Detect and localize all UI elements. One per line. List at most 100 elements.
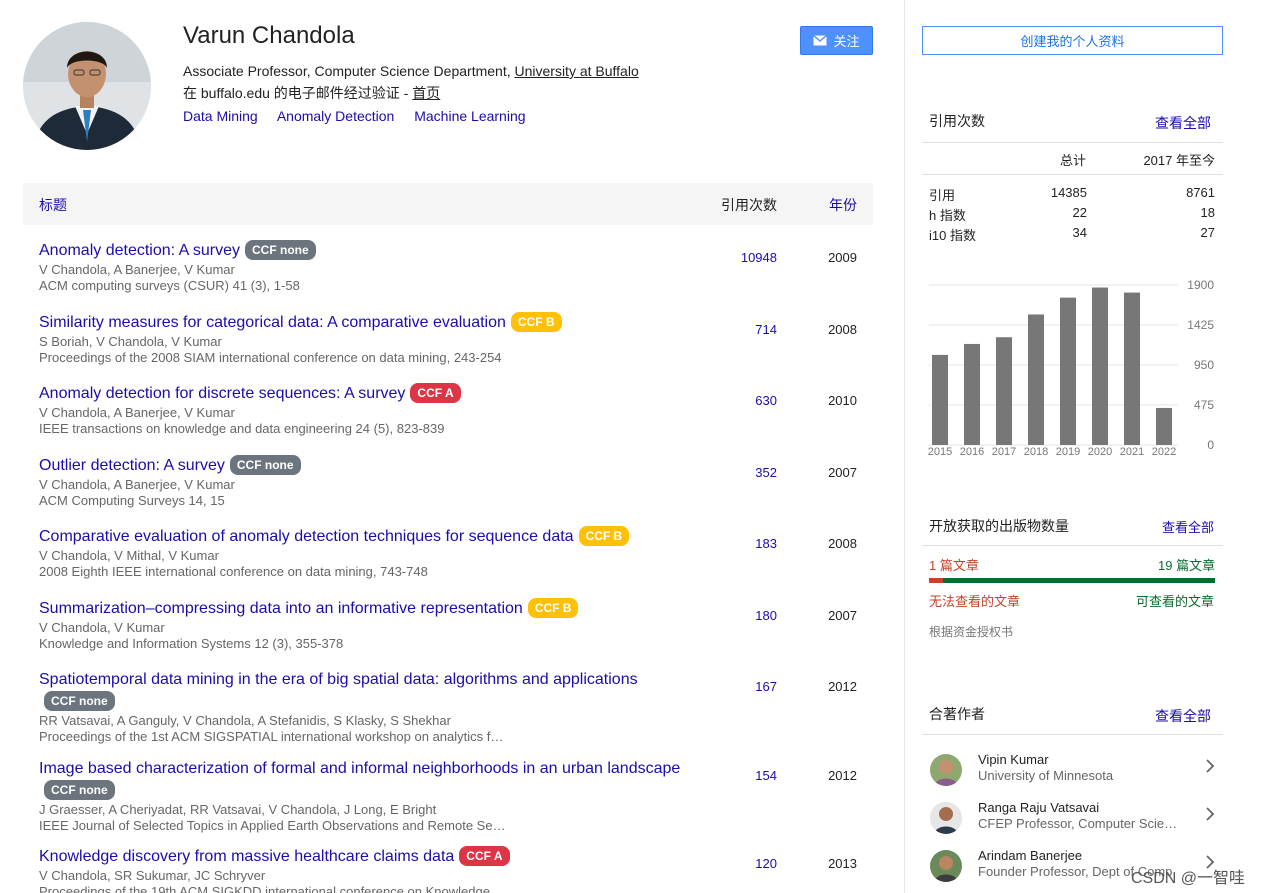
publication-venue: Knowledge and Information Systems 12 (3)…	[39, 636, 344, 651]
cited-by-count[interactable]: 352	[755, 465, 777, 480]
sort-by-cites[interactable]: 引用次数	[721, 195, 777, 215]
col-header-total: 总计	[1060, 153, 1087, 168]
cited-by-count[interactable]: 10948	[741, 250, 777, 265]
coauthor-name: Ranga Raju Vatsavai	[978, 800, 1100, 815]
cited-by-count[interactable]: 154	[755, 768, 777, 783]
cited-by-count[interactable]: 180	[755, 608, 777, 623]
coauthor-avatar	[930, 754, 962, 786]
profile-name: Varun Chandola	[183, 22, 355, 49]
affiliation-link[interactable]: University at Buffalo	[514, 63, 638, 79]
open-access-bar	[929, 578, 1215, 583]
x-tick-label: 2019	[1056, 446, 1080, 458]
open-access-bar-unavailable	[929, 578, 944, 583]
publication-authors: V Chandola, SR Sukumar, JC Schryver	[39, 868, 266, 883]
citation-metrics-rows: 引用 14385 8761 h 指数 22 18 i10 指数 34 27	[929, 185, 1215, 245]
create-profile-button[interactable]: 创建我的个人资料	[922, 26, 1223, 55]
y-tick-label: 475	[1194, 398, 1214, 412]
homepage-link[interactable]: 首页	[412, 85, 440, 101]
chart-bar	[1028, 314, 1044, 445]
sort-by-title[interactable]: 标题	[39, 195, 67, 215]
publication-title[interactable]: Summarization–compressing data into an i…	[39, 600, 523, 617]
topic-link[interactable]: Data Mining	[183, 108, 258, 124]
publication-venue: IEEE transactions on knowledge and data …	[39, 421, 445, 436]
x-tick-label: 2017	[992, 446, 1016, 458]
publication-venue: Proceedings of the 1st ACM SIGSPATIAL in…	[39, 729, 509, 744]
profile-topics: Data Mining Anomaly Detection Machine Le…	[183, 108, 542, 124]
publication-title[interactable]: Knowledge discovery from massive healthc…	[39, 848, 454, 865]
citations-per-year-chart: 1900 1425 950 475 0 2015 2016 2017 2018 2019 2020 2…	[928, 278, 1215, 458]
oa-available-label: 可查看的文章	[1136, 594, 1215, 609]
metric-total: 22	[1072, 205, 1087, 220]
oa-unavailable-count[interactable]: 1 篇文章	[929, 555, 979, 574]
email-verified-text: 在 buffalo.edu 的电子邮件经过验证 -	[183, 85, 413, 101]
table-row: Knowledge discovery from massive healthc…	[23, 846, 873, 893]
publication-authors: S Boriah, V Chandola, V Kumar	[39, 334, 222, 349]
cited-by-view-all-link[interactable]: 查看全部	[1155, 113, 1211, 133]
cited-by-count[interactable]: 183	[755, 536, 777, 551]
publication-title[interactable]: Image based characterization of formal a…	[39, 760, 680, 777]
table-row: Similarity measures for categorical data…	[23, 312, 873, 366]
y-tick-label: 1425	[1187, 318, 1214, 332]
publication-year: 2007	[828, 608, 857, 623]
publication-venue: Proceedings of the 19th ACM SIGKDD inter…	[39, 884, 490, 893]
avatar	[23, 22, 151, 150]
publication-venue: Proceedings of the 2008 SIAM internation…	[39, 350, 502, 365]
topic-link[interactable]: Anomaly Detection	[277, 108, 395, 124]
publication-title[interactable]: Similarity measures for categorical data…	[39, 314, 506, 331]
publication-title[interactable]: Outlier detection: A survey	[39, 457, 225, 474]
divider	[922, 734, 1223, 735]
coauthors-title: 合著作者	[929, 706, 985, 722]
profile-affiliation: Associate Professor, Computer Science De…	[183, 63, 639, 79]
coauthor-item[interactable]: Ranga Raju Vatsavai CFEP Professor, Comp…	[922, 798, 1223, 844]
person-photo-icon	[930, 754, 962, 786]
coauthor-avatar	[930, 850, 962, 882]
publication-venue: ACM Computing Surveys 14, 15	[39, 493, 225, 508]
coauthor-item[interactable]: Vipin Kumar University of Minnesota	[922, 750, 1223, 796]
open-access-title: 开放获取的出版物数量	[929, 518, 1069, 534]
publication-year: 2008	[828, 322, 857, 337]
oa-available-count[interactable]: 19 篇文章	[1158, 555, 1215, 574]
coauthor-affiliation: CFEP Professor, Computer Science	[978, 816, 1178, 831]
open-access-view-all-link[interactable]: 查看全部	[1162, 517, 1214, 536]
publication-title[interactable]: Spatiotemporal data mining in the era of…	[39, 671, 638, 688]
metric-since: 27	[1200, 225, 1215, 240]
metric-label[interactable]: i10 指数	[929, 225, 976, 244]
ccf-badge: CCF B	[510, 312, 562, 332]
ccf-badge: CCF none	[44, 691, 115, 711]
coauthors-view-all-link[interactable]: 查看全部	[1155, 706, 1211, 726]
oa-mandate-text: 根据资金授权书	[929, 625, 1014, 639]
publication-authors: V Chandola, A Banerjee, V Kumar	[39, 262, 235, 277]
watermark: CSDN @一智哇	[1131, 870, 1246, 887]
sort-by-year[interactable]: 年份	[829, 195, 857, 215]
publication-year: 2012	[828, 768, 857, 783]
publication-authors: V Chandola, V Kumar	[39, 620, 165, 635]
publication-title[interactable]: Comparative evaluation of anomaly detect…	[39, 528, 574, 545]
metric-label[interactable]: 引用	[929, 185, 955, 204]
publication-year: 2012	[828, 679, 857, 694]
cited-by-count[interactable]: 120	[755, 856, 777, 871]
profile-email-verification: 在 buffalo.edu 的电子邮件经过验证 - 首页	[183, 83, 440, 103]
x-tick-label: 2021	[1120, 446, 1144, 458]
cited-by-count[interactable]: 714	[755, 322, 777, 337]
publication-title[interactable]: Anomaly detection for discrete sequences…	[39, 385, 405, 402]
follow-button[interactable]: 关注	[800, 26, 873, 55]
col-header-since: 2017 年至今	[1143, 153, 1215, 168]
cited-by-count[interactable]: 630	[755, 393, 777, 408]
x-tick-label: 2016	[960, 446, 984, 458]
publication-venue: 2008 Eighth IEEE international conferenc…	[39, 564, 428, 579]
cited-by-count[interactable]: 167	[755, 679, 777, 694]
table-row: Anomaly detection for discrete sequences…	[23, 383, 873, 437]
x-tick-label: 2020	[1088, 446, 1112, 458]
chart-bar	[964, 343, 980, 445]
column-divider	[904, 0, 905, 893]
publication-title[interactable]: Anomaly detection: A survey	[39, 242, 240, 259]
metric-label[interactable]: h 指数	[929, 205, 966, 224]
publication-year: 2010	[828, 393, 857, 408]
coauthor-name: Vipin Kumar	[978, 752, 1049, 767]
chart-bar	[1156, 407, 1172, 445]
coauthor-affiliation: University of Minnesota	[978, 768, 1114, 783]
metric-since: 18	[1200, 205, 1215, 220]
ccf-badge: CCF none	[245, 240, 316, 260]
topic-link[interactable]: Machine Learning	[414, 108, 525, 124]
y-tick-label: 950	[1194, 358, 1214, 372]
